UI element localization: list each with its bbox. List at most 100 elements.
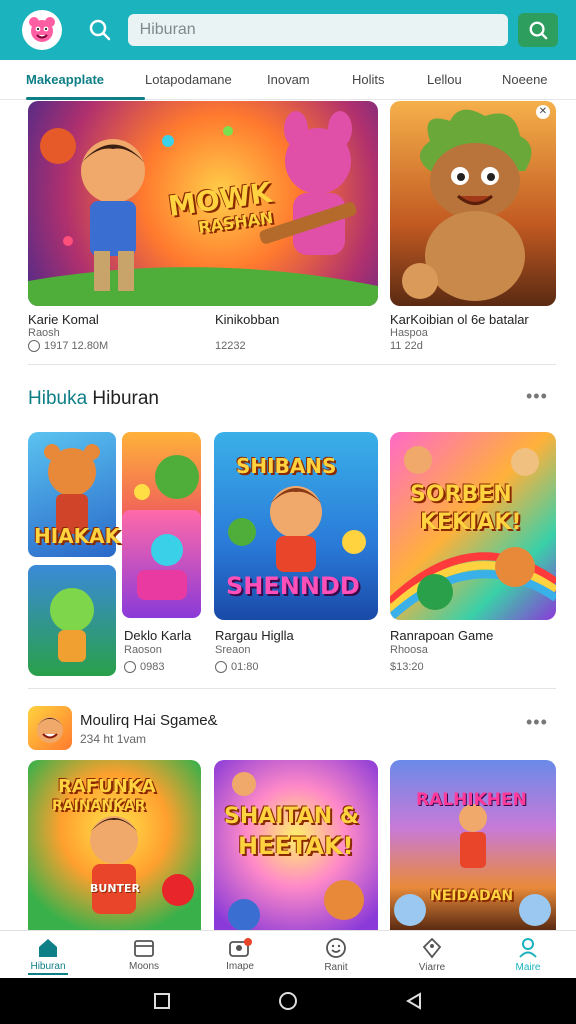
section-title: Moulirq Hai Sgame&	[80, 712, 218, 729]
card-art-title: HIAKAK	[34, 524, 121, 548]
card-subtitle: Sreaon	[215, 644, 251, 656]
calendar-icon	[134, 939, 154, 957]
collection-card-2[interactable]: SHIBANS SHENNDD	[214, 432, 378, 620]
nav-item-moons[interactable]: Moons	[96, 931, 192, 978]
clock-icon	[124, 661, 136, 673]
app-logo[interactable]	[22, 10, 62, 50]
back-icon[interactable]	[405, 992, 423, 1010]
cartoon-face-icon	[37, 717, 63, 743]
card-art-badge: BUNTER	[90, 882, 141, 895]
card-meta-value: 01:80	[231, 661, 259, 673]
divider	[28, 364, 556, 365]
more-options-icon[interactable]: •••	[526, 712, 548, 733]
card-subtitle: Haspoa	[390, 327, 428, 339]
nav-label: Viarre	[418, 961, 446, 973]
section-subtitle: 234 ht 1vam	[80, 732, 147, 746]
nav-item-ranit[interactable]: Ranit	[288, 931, 384, 978]
card-art-title: SHIBANS	[236, 454, 337, 478]
mascot-logo-icon	[28, 17, 55, 42]
system-navigation-bar	[0, 978, 576, 1024]
card-subtitle: Raoson	[124, 644, 162, 656]
cartoon-adventure-illustration	[394, 804, 551, 926]
user-icon	[519, 937, 537, 958]
card-meta-value: 11 22d	[390, 340, 423, 352]
card-subtitle: Rhoosa	[390, 644, 428, 656]
nav-label: Maire	[515, 961, 541, 973]
clock-icon	[28, 340, 40, 352]
nav-label: Moons	[128, 960, 159, 972]
card-meta: 12232	[215, 340, 246, 352]
close-icon[interactable]: ✕	[536, 105, 550, 119]
nav-label: Hiburan	[30, 960, 66, 972]
card-meta-value: 1917 12.80M	[44, 340, 109, 352]
tab-holits[interactable]: Holits	[352, 60, 427, 100]
card-art-subtitle: SHENNDD	[226, 572, 360, 600]
nav-label: Ranit	[324, 961, 348, 973]
top-bar	[0, 0, 576, 60]
card-meta: 01:80	[215, 661, 259, 673]
card-art-subtitle: HEETAK!	[238, 832, 354, 860]
tab-makeapplate[interactable]: Makeapplate	[26, 60, 145, 100]
card-subtitle: Raosh	[28, 327, 60, 339]
card-meta-value: 12232	[215, 340, 246, 352]
card-meta: $13:20	[390, 661, 424, 673]
card-title: Kinikobban	[215, 312, 280, 327]
cartoon-creature-illustration	[50, 588, 94, 662]
card-art-subtitle: KEKIAK!	[420, 510, 522, 535]
cartoon-monster-illustration	[402, 109, 532, 301]
section-app-icon[interactable]	[28, 706, 72, 750]
tag-icon	[422, 937, 442, 958]
card-art-title: RALHIKHEN	[416, 790, 527, 810]
card-meta: 1917 12.80M	[28, 340, 108, 352]
featured-card-1[interactable]: MOWK RASHAN	[28, 101, 378, 306]
featured-card-3[interactable]: ✕	[390, 101, 556, 306]
card-art-subtitle: NEIDADAN	[430, 888, 514, 904]
nav-item-maire[interactable]: Maire	[480, 931, 576, 978]
section-title-rest: Hiburan	[87, 388, 159, 409]
home-icon	[39, 938, 57, 957]
section-title: Hibuka Hiburan	[28, 388, 159, 410]
smiley-icon	[326, 937, 346, 958]
nav-item-hiburan[interactable]: Hiburan	[0, 931, 96, 978]
game-card-2[interactable]: SHAITAN & HEETAK!	[214, 760, 378, 930]
search-icon	[89, 19, 110, 41]
home-circle-icon[interactable]	[278, 991, 298, 1011]
category-tabs: Makeapplate Lotapodamane Inovam Holits L…	[0, 60, 576, 100]
card-title: KarKoibian ol 6e batalar	[390, 312, 529, 327]
tab-noeene[interactable]: Noeene	[502, 60, 562, 100]
tab-lellou[interactable]: Lellou	[427, 60, 502, 100]
collage-tile	[28, 565, 116, 676]
search-submit-button[interactable]	[518, 13, 558, 47]
profile-badge-icon	[229, 937, 252, 957]
game-card-3[interactable]: RALHIKHEN NEIDADAN	[390, 760, 556, 930]
card-meta: 0983	[124, 661, 164, 673]
game-card-1[interactable]: RAFUNKA RAINANKAR BUNTER	[28, 760, 201, 930]
card-title: Karie Komal	[28, 312, 99, 327]
search-icon	[529, 21, 548, 40]
card-meta: 11 22d	[390, 340, 423, 352]
search-input[interactable]	[127, 14, 509, 46]
card-art-subtitle: RAINANKAR	[52, 798, 146, 814]
more-options-icon[interactable]: •••	[526, 386, 548, 407]
tab-inovam[interactable]: Inovam	[267, 60, 352, 100]
nav-item-viarre[interactable]: Viarre	[384, 931, 480, 978]
card-art-title: SORBEN	[410, 482, 512, 507]
card-meta-value: $13:20	[390, 661, 424, 673]
collage-tile	[122, 510, 201, 618]
card-title: Ranrapoan Game	[390, 628, 494, 643]
divider	[28, 688, 556, 689]
bottom-navigation: Hiburan Moons Imape Ranit Viarre Maire	[0, 930, 576, 978]
tab-lotapodamane[interactable]: Lotapodamane	[145, 60, 267, 100]
nav-label: Imape	[226, 960, 254, 972]
section-title-accent: Hibuka	[28, 388, 88, 409]
card-art-title: RAFUNKA	[58, 776, 156, 797]
nav-item-imape[interactable]: Imape	[192, 931, 288, 978]
card-title: Rargau Higlla	[215, 628, 294, 643]
clock-icon	[215, 661, 227, 673]
card-meta-value: 0983	[140, 661, 165, 673]
card-art-title: SHAITAN &	[224, 804, 360, 829]
collection-card-3[interactable]: SORBEN KEKIAK!	[390, 432, 556, 620]
search-button[interactable]	[80, 10, 120, 50]
toy-illustration	[137, 534, 187, 600]
recent-apps-icon[interactable]	[153, 992, 171, 1010]
